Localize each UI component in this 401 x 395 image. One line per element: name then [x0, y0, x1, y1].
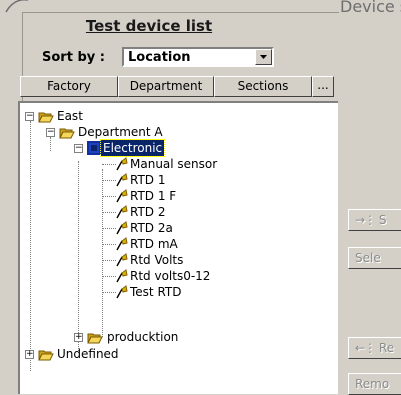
- open-folder-icon: [87, 333, 103, 344]
- tree-label: Rtd Volts: [130, 253, 184, 267]
- tree-label: RTD mA: [130, 237, 178, 251]
- tree-label: RTD 1 F: [130, 189, 177, 203]
- sensor-icon: [116, 157, 128, 171]
- collapse-icon[interactable]: −: [25, 112, 34, 121]
- collapse-icon[interactable]: −: [74, 144, 83, 153]
- sort-dropdown-button[interactable]: [255, 49, 272, 65]
- select-button-label: S: [378, 213, 387, 227]
- tree-label: Undefined: [57, 347, 119, 361]
- remove-arrow-icon: ←⋮: [355, 341, 376, 355]
- open-folder-icon: [38, 112, 54, 123]
- tree-label: producktion: [107, 330, 179, 344]
- remove-all-button-label: Remo: [355, 377, 390, 391]
- sort-select[interactable]: Location: [122, 47, 274, 67]
- sensor-icon: [116, 221, 128, 235]
- collapse-icon[interactable]: −: [46, 128, 55, 137]
- sensor-icon: [116, 285, 128, 299]
- chevron-down-icon: [260, 55, 267, 59]
- sort-label: Sort by :: [42, 50, 105, 65]
- department-button[interactable]: Department: [118, 76, 214, 97]
- sensor-icon: [116, 173, 128, 187]
- tree-line: [78, 161, 79, 351]
- list-title: Test device list: [85, 17, 213, 35]
- select-all-button-label: Sele: [355, 251, 381, 265]
- sensor-icon: [116, 253, 128, 267]
- remove-button-label: Re: [378, 341, 395, 355]
- window-title: Device se: [340, 0, 401, 16]
- tree-label: Test RTD: [130, 285, 182, 299]
- factory-button[interactable]: Factory: [20, 76, 118, 97]
- sensor-icon: [116, 237, 128, 251]
- tree-label: Rtd volts0-12: [130, 269, 211, 283]
- expand-icon[interactable]: +: [74, 333, 83, 342]
- expand-icon[interactable]: +: [25, 350, 34, 359]
- sections-button[interactable]: Sections: [214, 76, 312, 97]
- tree-label: RTD 1: [130, 173, 166, 187]
- sort-value: Location: [128, 50, 191, 65]
- sensor-icon: [116, 189, 128, 203]
- tree-line: [30, 121, 31, 371]
- tree-label: RTD 2a: [130, 221, 173, 235]
- device-tree[interactable]: − East − Department A − Electronic Manua…: [18, 101, 338, 394]
- open-folder-icon: [59, 128, 75, 139]
- select-button[interactable]: →⋮ S: [348, 209, 401, 231]
- tree-label: Department A: [78, 125, 163, 139]
- tree-label-selected: Electronic: [99, 139, 166, 157]
- tree-label: RTD 2: [130, 205, 166, 219]
- tree-line: [50, 137, 51, 151]
- add-arrow-icon: →⋮: [355, 213, 376, 227]
- open-folder-icon: [38, 350, 54, 361]
- more-button[interactable]: ...: [312, 76, 334, 97]
- select-all-button[interactable]: Sele: [348, 247, 401, 269]
- sensor-icon: [116, 269, 128, 283]
- remove-all-button[interactable]: Remo: [348, 373, 401, 395]
- tree-line: [102, 169, 103, 337]
- tree-label: Manual sensor: [130, 157, 218, 171]
- remove-button[interactable]: ←⋮ Re: [348, 337, 401, 359]
- section-icon: [87, 141, 101, 155]
- tree-label: East: [57, 109, 83, 123]
- sensor-icon: [116, 205, 128, 219]
